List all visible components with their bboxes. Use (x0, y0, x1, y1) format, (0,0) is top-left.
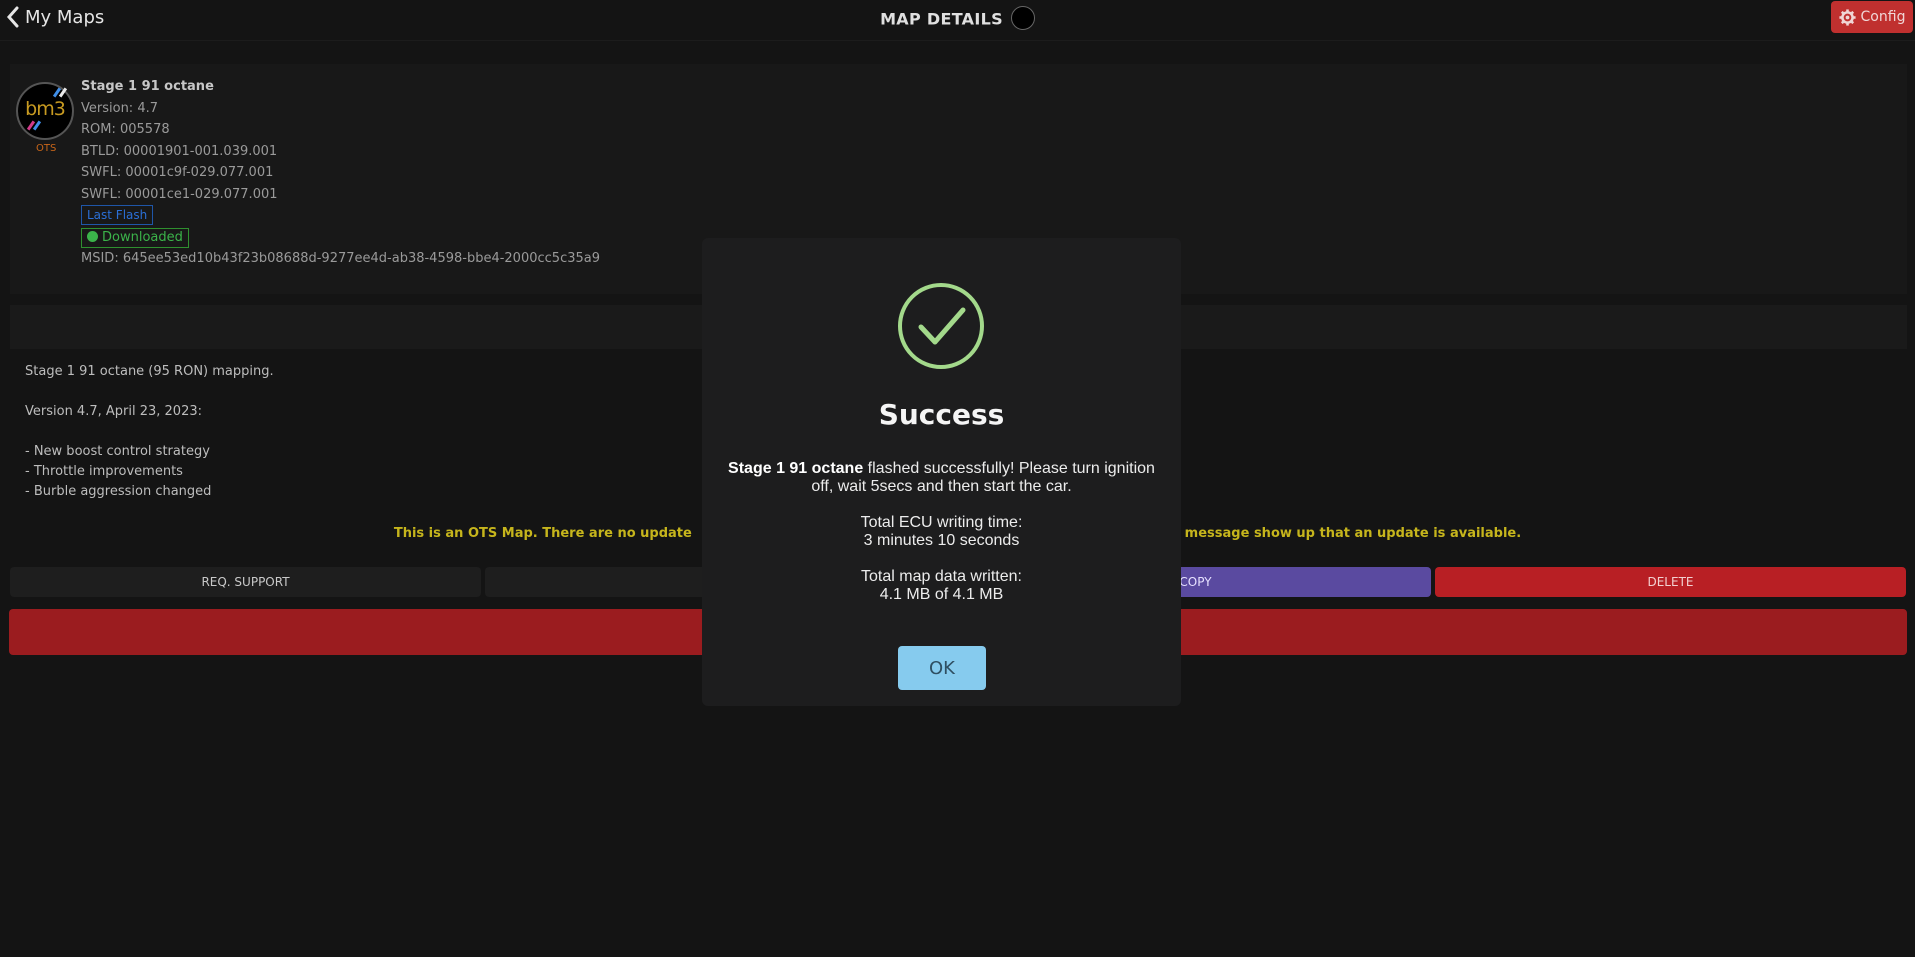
map-btld: BTLD: 00001901-001.039.001 (81, 143, 278, 159)
config-button[interactable]: Config (1831, 1, 1913, 33)
page-title-text: MAP DETAILS (880, 9, 1003, 29)
ots-notice-left: This is an OTS Map. There are no update (393, 526, 692, 541)
data-written-label: Total map data written: (861, 568, 1022, 585)
map-rom: ROM: 005578 (81, 122, 170, 137)
logo-text: bm3 (25, 98, 66, 120)
map-swfl-1: SWFL: 00001c9f-029.077.001 (81, 165, 274, 180)
desc-line-2: Version 4.7, April 23, 2023: (25, 404, 202, 419)
ecu-time: Total ECU writing time: 3 minutes 10 sec… (722, 514, 1161, 550)
config-label: Config (1860, 9, 1906, 25)
dialog-map-name: Stage 1 91 octane (728, 460, 864, 477)
map-details: Stage 1 91 octane Version: 4.7 ROM: 0055… (81, 76, 600, 270)
gear-icon (1838, 8, 1856, 26)
ots-tag: OTS (36, 143, 57, 154)
map-logo: bm3 (16, 82, 74, 140)
map-swfl-2: SWFL: 00001ce1-029.077.001 (81, 186, 278, 202)
desc-item-2: - Throttle improvements (25, 464, 183, 479)
data-written-value: 4.1 MB of 4.1 MB (879, 586, 1004, 603)
req-support-button[interactable]: REQ. SUPPORT (10, 567, 481, 597)
ok-button[interactable]: OK (898, 646, 986, 690)
downloaded-badge: Downloaded (81, 227, 189, 248)
desc-item-3: - Burble aggression changed (25, 484, 212, 499)
page-title: MAP DETAILS (0, 6, 1915, 32)
success-dialog: Success Stage 1 91 octane flashed succes… (702, 238, 1181, 706)
last-flash-badge: Last Flash (81, 205, 154, 225)
check-circle-small-icon (87, 230, 98, 242)
ecu-time-value: 3 minutes 10 seconds (863, 532, 1020, 549)
data-written: Total map data written: 4.1 MB of 4.1 MB (722, 568, 1161, 604)
map-version: Version: 4.7 (81, 100, 158, 116)
downloaded-label: Downloaded (102, 229, 183, 245)
map-description: Stage 1 91 octane (95 RON) mapping. Vers… (25, 362, 274, 502)
dialog-message: Stage 1 91 octane flashed successfully! … (722, 460, 1161, 496)
map-name: Stage 1 91 octane (81, 79, 214, 94)
top-bar: My Maps MAP DETAILS Config (0, 0, 1915, 41)
dialog-message-rest: flashed successfully! Please turn igniti… (811, 460, 1155, 495)
map-msid: MSID: 645ee53ed10b43f23b08688d-9277ee4d-… (81, 251, 600, 266)
desc-line-1: Stage 1 91 octane (95 RON) mapping. (25, 364, 274, 379)
delete-button[interactable]: DELETE (1435, 567, 1906, 597)
ecu-time-label: Total ECU writing time: (860, 514, 1023, 531)
desc-item-1: - New boost control strategy (25, 444, 210, 459)
header-logo-icon (1010, 6, 1035, 30)
ots-notice-right: n message show up that an update is avai… (1170, 526, 1522, 541)
check-circle-icon (898, 283, 984, 369)
dialog-title: Success (878, 398, 1005, 431)
